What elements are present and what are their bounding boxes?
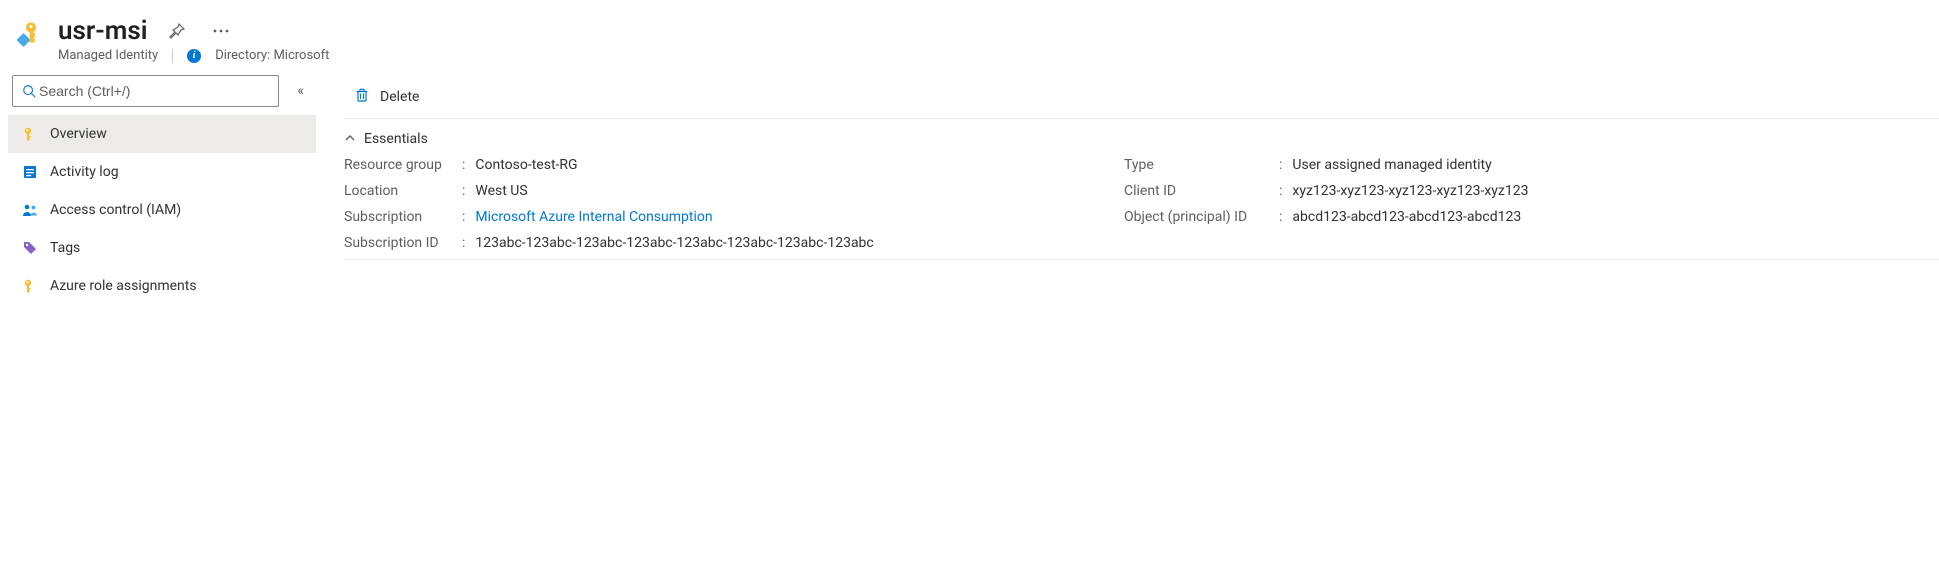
type-value: User assigned managed identity (1292, 157, 1491, 173)
sidebar-item-label: Tags (50, 240, 80, 256)
directory-label: Directory: Microsoft (215, 48, 329, 63)
sidebar-search[interactable] (12, 75, 279, 107)
sidebar-nav: Overview Activity log (8, 115, 316, 305)
main-content: Delete Essentials Resource group (316, 75, 1939, 266)
sidebar-item-label: Access control (IAM) (50, 202, 181, 218)
key-icon (22, 126, 38, 142)
sidebar: « Overview (8, 75, 316, 305)
essentials-row-type: Type : User assigned managed identity (1124, 157, 1528, 173)
more-button[interactable] (207, 17, 235, 45)
tag-icon (22, 240, 38, 256)
people-icon (22, 202, 38, 218)
trash-icon (354, 87, 370, 107)
divider (172, 49, 173, 63)
key-solid-icon (22, 278, 38, 294)
essentials-row-location: Location : West US (344, 183, 1064, 199)
essentials-row-subscription: Subscription : Microsoft Azure Internal … (344, 209, 1064, 225)
client-id-value[interactable]: xyz123-xyz123-xyz123-xyz123-xyz123 (1292, 183, 1528, 199)
info-icon[interactable]: i (187, 49, 201, 63)
collapse-sidebar-button[interactable]: « (293, 79, 308, 103)
object-id-value[interactable]: abcd123-abcd123-abcd123-abcd123 (1292, 209, 1521, 225)
sidebar-item-label: Overview (50, 126, 107, 142)
delete-label: Delete (380, 89, 419, 105)
location-value: West US (475, 183, 527, 199)
search-input[interactable] (37, 82, 270, 100)
sidebar-item-label: Activity log (50, 164, 119, 180)
pin-button[interactable] (163, 17, 191, 45)
chevron-up-icon (344, 132, 356, 147)
resource-type-icon (16, 20, 46, 54)
subscription-id-value[interactable]: 123abc-123abc-123abc-123abc-123abc-123ab… (475, 235, 873, 251)
sidebar-item-tags[interactable]: Tags (8, 229, 316, 267)
essentials-row-object-id: Object (principal) ID : abcd123-abcd123-… (1124, 209, 1528, 225)
subscription-link[interactable]: Microsoft Azure Internal Consumption (475, 209, 712, 225)
command-bar: Delete (344, 75, 1939, 119)
resource-type-label: Managed Identity (58, 48, 158, 63)
resource-group-value[interactable]: Contoso-test-RG (475, 157, 577, 173)
sidebar-item-label: Azure role assignments (50, 278, 197, 294)
sidebar-item-overview[interactable]: Overview (8, 115, 316, 153)
sidebar-item-azure-role-assignments[interactable]: Azure role assignments (8, 267, 316, 305)
log-icon (22, 164, 38, 180)
search-icon (21, 83, 37, 99)
essentials-title: Essentials (364, 131, 428, 147)
essentials-row-subscription-id: Subscription ID : 123abc-123abc-123abc-1… (344, 235, 1064, 251)
resource-header: usr-msi Managed Identity i Directory: Mi… (8, 8, 1939, 75)
delete-button[interactable]: Delete (344, 81, 429, 113)
essentials-toggle[interactable]: Essentials (344, 131, 1939, 147)
essentials-row-client-id: Client ID : xyz123-xyz123-xyz123-xyz123-… (1124, 183, 1528, 199)
page-title: usr-msi (58, 16, 147, 46)
sidebar-item-access-control[interactable]: Access control (IAM) (8, 191, 316, 229)
sidebar-item-activity-log[interactable]: Activity log (8, 153, 316, 191)
essentials-row-resource-group: Resource group : Contoso-test-RG (344, 157, 1064, 173)
essentials-panel: Resource group : Contoso-test-RG Locatio… (344, 157, 1939, 260)
